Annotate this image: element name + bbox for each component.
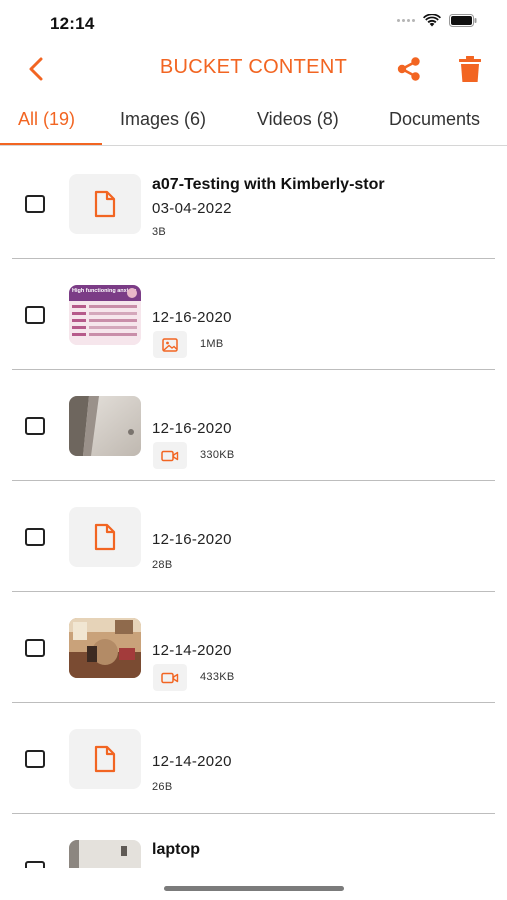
- delete-button[interactable]: [456, 54, 484, 84]
- tab-images[interactable]: Images (6): [120, 109, 206, 130]
- nav-bar: BUCKET CONTENT: [0, 44, 507, 92]
- list-item[interactable]: 12-16-2020 330KB: [0, 370, 507, 481]
- file-thumbnail: [69, 729, 141, 789]
- list-item[interactable]: High functioning anxiety 12-16-2020 1MB: [0, 259, 507, 370]
- file-type-badge: [153, 442, 187, 469]
- video-thumbnail: [69, 618, 141, 678]
- document-icon: [94, 190, 116, 218]
- trash-icon: [459, 56, 481, 82]
- file-type-badge: [153, 664, 187, 691]
- ceiling-video-thumbnail-image: [69, 396, 141, 456]
- select-checkbox[interactable]: [25, 195, 45, 213]
- cellular-signal-icon: [397, 19, 415, 22]
- page-title: BUCKET CONTENT: [159, 56, 348, 78]
- file-size: 433KB: [200, 671, 235, 683]
- file-thumbnail: [69, 507, 141, 567]
- file-date: 12-16-2020: [152, 420, 232, 437]
- status-icons: [397, 14, 477, 27]
- list-item[interactable]: a07-Testing with Kimberly-stor 03-04-202…: [0, 148, 507, 259]
- wifi-icon: [423, 14, 441, 27]
- video-thumbnail: [69, 396, 141, 456]
- list-item[interactable]: 12-14-2020 433KB: [0, 592, 507, 703]
- image-thumbnail: High functioning anxiety: [69, 285, 141, 345]
- tab-active-indicator: [0, 143, 102, 145]
- tab-videos[interactable]: Videos (8): [257, 109, 339, 130]
- select-checkbox[interactable]: [25, 861, 45, 868]
- file-type-badge: [153, 331, 187, 358]
- list-item[interactable]: 12-16-2020 28B: [0, 481, 507, 592]
- file-size: 28B: [152, 559, 173, 571]
- infographic-thumbnail-image: High functioning anxiety: [69, 285, 141, 345]
- file-date: 12-16-2020: [152, 309, 232, 326]
- laptop-thumbnail-image: [69, 840, 141, 868]
- select-checkbox[interactable]: [25, 750, 45, 768]
- room-video-thumbnail-image: [69, 618, 141, 678]
- status-time: 12:14: [50, 14, 95, 33]
- tab-all[interactable]: All (19): [18, 109, 75, 130]
- tab-documents[interactable]: Documents: [389, 109, 480, 130]
- file-date: 12-14-2020: [152, 642, 232, 659]
- file-thumbnail: [69, 174, 141, 234]
- share-button[interactable]: [394, 54, 424, 84]
- share-icon: [397, 57, 420, 81]
- video-camera-icon: [161, 672, 179, 683]
- file-size: 3B: [152, 226, 167, 238]
- select-checkbox[interactable]: [25, 417, 45, 435]
- video-camera-icon: [161, 450, 179, 461]
- file-date: 03-04-2022: [152, 200, 232, 217]
- select-checkbox[interactable]: [25, 306, 45, 324]
- tab-bar: All (19) Images (6) Videos (8) Documents: [0, 100, 507, 146]
- document-icon: [94, 745, 116, 773]
- list-item[interactable]: 12-14-2020 26B: [0, 703, 507, 814]
- file-date: 12-16-2020: [152, 531, 232, 548]
- file-date: 12-14-2020: [152, 753, 232, 770]
- file-list: a07-Testing with Kimberly-stor 03-04-202…: [0, 148, 507, 868]
- status-bar: 12:14: [0, 0, 507, 44]
- select-checkbox[interactable]: [25, 528, 45, 546]
- file-size: 1MB: [200, 338, 224, 350]
- document-icon: [94, 523, 116, 551]
- file-size: 330KB: [200, 449, 235, 461]
- file-title: laptop: [152, 841, 200, 858]
- list-item[interactable]: laptop: [0, 814, 507, 868]
- image-icon: [162, 337, 178, 352]
- select-checkbox[interactable]: [25, 639, 45, 657]
- file-size: 26B: [152, 781, 173, 793]
- file-title: a07-Testing with Kimberly-stor: [152, 176, 385, 193]
- image-thumbnail: [69, 840, 141, 868]
- battery-icon: [449, 14, 477, 27]
- home-indicator[interactable]: [164, 886, 344, 891]
